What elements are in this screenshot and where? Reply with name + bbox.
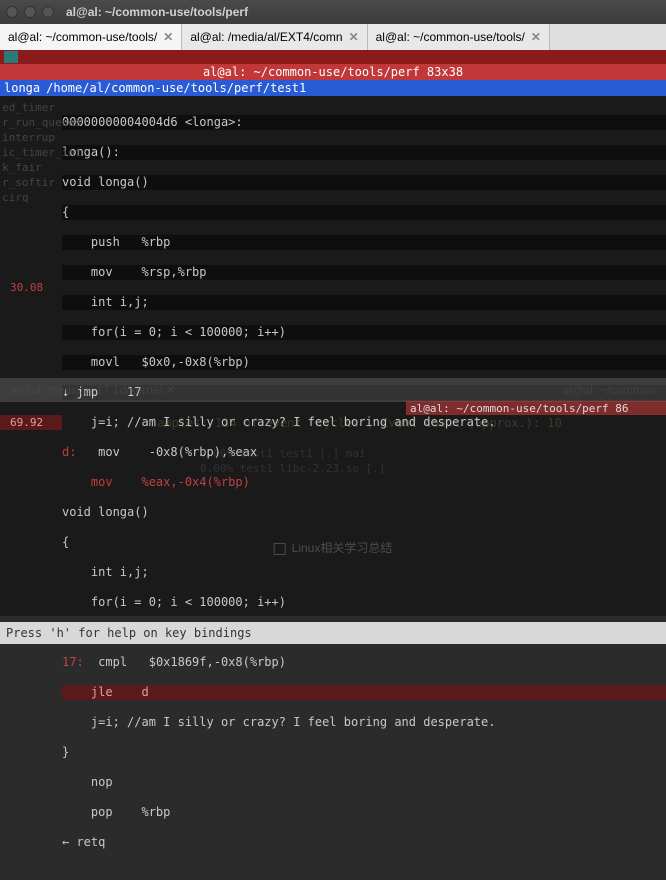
gutter: ed_timer r_run_queues interrup ic_timer_… <box>0 96 62 616</box>
asm-jmp: ↓ jmp 17 <box>62 385 666 400</box>
asm-label-d: d: mov -0x8(%rbp),%eax <box>62 445 666 460</box>
asm-hot-jle: jle d <box>62 685 666 700</box>
byobu-strip <box>0 50 666 64</box>
close-icon[interactable]: ✕ <box>163 30 173 44</box>
asm-retq: ← retq <box>62 835 666 850</box>
perf-header-bar: longa /home/al/common-use/tools/perf/tes… <box>0 80 666 96</box>
session-status-bar: al@al: ~/common-use/tools/perf 83x38 <box>0 64 666 80</box>
src-brace: { <box>62 205 666 220</box>
asm-movl: movl $0x0,-0x8(%rbp) <box>62 355 666 370</box>
gutter-text: k_fair <box>2 160 60 175</box>
asm-push: push %rbp <box>62 235 666 250</box>
asm-func: longa(): <box>62 145 666 160</box>
tab-label: al@al: /media/al/EXT4/comn <box>190 30 342 44</box>
src-decl: int i,j; <box>62 565 666 580</box>
src-for: for(i = 0; i < 100000; i++) <box>62 325 666 340</box>
asm-hot-mov: mov %eax,-0x4(%rbp) <box>62 475 666 490</box>
asm-nop: nop <box>62 775 666 790</box>
gutter-text: r_run_queues <box>2 115 60 130</box>
window-close-button[interactable] <box>6 6 18 18</box>
perf-path: /home/al/common-use/tools/perf/test1 <box>46 81 306 95</box>
gutter-text: r_softir <box>2 175 60 190</box>
percent-hot-2: 69.92 <box>10 415 43 430</box>
help-text: Press 'h' for help on key bindings <box>6 626 252 640</box>
tab-label: al@al: ~/common-use/tools/ <box>376 30 525 44</box>
help-bar: Press 'h' for help on key bindings <box>0 622 666 644</box>
perf-annotate-view[interactable]: ed_timer r_run_queues interrup ic_timer_… <box>0 96 666 616</box>
window-titlebar: al@al: ~/common-use/tools/perf <box>0 0 666 24</box>
percent-hot-1: 30.08 <box>10 280 43 295</box>
perf-symbol: longa <box>4 81 46 95</box>
gutter-text: ic_timer_int <box>2 145 60 160</box>
src-brace: { <box>62 535 666 550</box>
gutter-text: ed_timer <box>2 100 60 115</box>
terminal-tabbar: al@al: ~/common-use/tools/ ✕ al@al: /med… <box>0 24 666 50</box>
close-icon[interactable]: ✕ <box>349 30 359 44</box>
menu-icon[interactable] <box>4 51 18 63</box>
asm-pop: pop %rbp <box>62 805 666 820</box>
src-comment: j=i; //am I silly or crazy? I feel borin… <box>62 415 666 430</box>
window-maximize-button[interactable] <box>42 6 54 18</box>
src-for: for(i = 0; i < 100000; i++) <box>62 595 666 610</box>
src-decl: int i,j; <box>62 295 666 310</box>
tab-0[interactable]: al@al: ~/common-use/tools/ ✕ <box>0 24 182 50</box>
src-sig: void longa() <box>62 175 666 190</box>
asm-addr: 00000000004004d6 <longa>: <box>62 115 666 130</box>
asm-label-17: 17: cmpl $0x1869f,-0x8(%rbp) <box>62 655 666 670</box>
gutter-text: interrup <box>2 130 60 145</box>
window-minimize-button[interactable] <box>24 6 36 18</box>
tab-1[interactable]: al@al: /media/al/EXT4/comn ✕ <box>182 24 367 50</box>
asm-mov: mov %rsp,%rbp <box>62 265 666 280</box>
tab-label: al@al: ~/common-use/tools/ <box>8 30 157 44</box>
window-title: al@al: ~/common-use/tools/perf <box>66 5 248 19</box>
src-brace: } <box>62 745 666 760</box>
disassembly: 00000000004004d6 <longa>: longa(): void … <box>62 100 666 880</box>
src-comment: j=i; //am I silly or crazy? I feel borin… <box>62 715 666 730</box>
session-status-text: al@al: ~/common-use/tools/perf 83x38 <box>203 65 463 79</box>
gutter-text: cirq <box>2 190 60 205</box>
src-sig: void longa() <box>62 505 666 520</box>
tab-2[interactable]: al@al: ~/common-use/tools/ ✕ <box>368 24 550 50</box>
close-icon[interactable]: ✕ <box>531 30 541 44</box>
